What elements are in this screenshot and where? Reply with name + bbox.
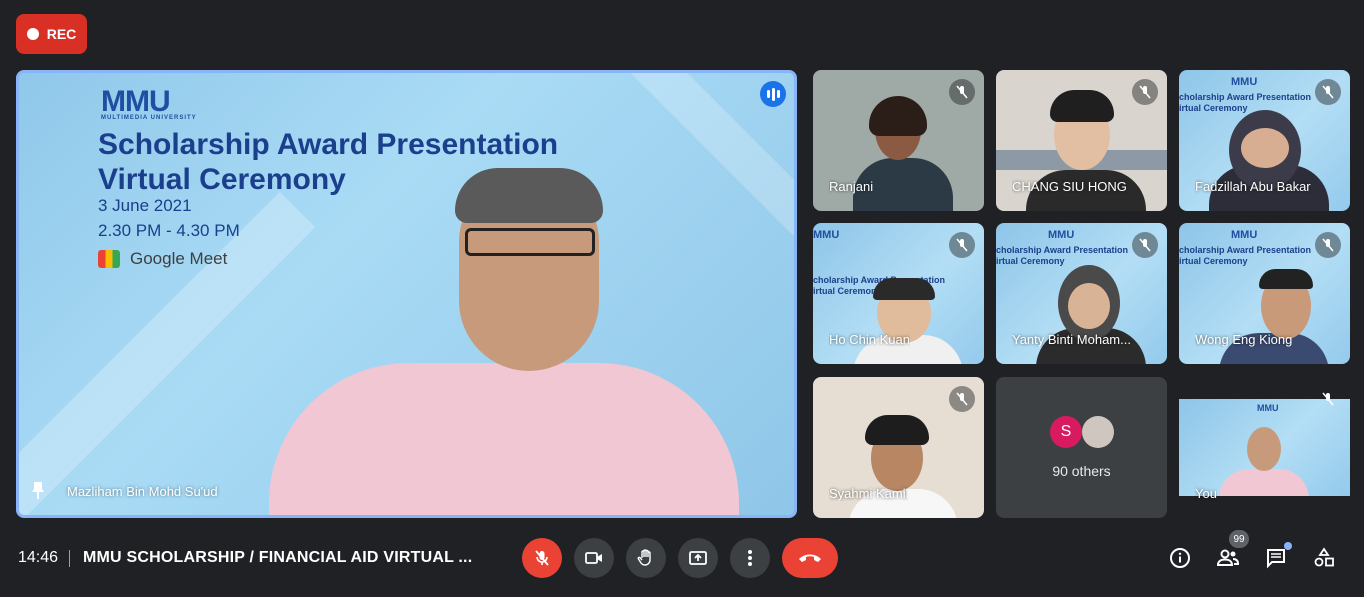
avatar	[1082, 416, 1114, 448]
participant-tile[interactable]: MMU cholarship Award Presentation irtual …	[996, 223, 1167, 364]
presenter-name: Mazliham Bin Mohd Su'ud	[67, 484, 218, 499]
record-dot-icon	[26, 28, 39, 40]
unread-dot	[1284, 542, 1292, 550]
present-screen-icon	[689, 551, 707, 565]
meeting-details-button[interactable]	[1166, 544, 1194, 572]
more-options-button[interactable]	[730, 538, 770, 578]
recording-indicator: REC	[16, 14, 87, 54]
participant-name: Ho Chin Kuan	[829, 332, 910, 347]
chat-icon	[1267, 549, 1285, 569]
participant-tile[interactable]: MMU cholarship Award Presentation irtual …	[1179, 223, 1350, 364]
mic-toggle-button[interactable]	[522, 538, 562, 578]
participant-tile[interactable]: CHANG SIU HONG	[996, 70, 1167, 211]
divider	[69, 550, 70, 567]
participant-tile[interactable]: Syahmi Kamil	[813, 377, 984, 518]
control-bar: 14:46 MMU SCHOLARSHIP / FINANCIAL AID VI…	[0, 530, 1364, 587]
activities-button[interactable]	[1310, 544, 1338, 572]
participant-name: Yanty Binti Moham...	[1012, 332, 1131, 347]
info-icon	[1170, 548, 1190, 568]
chat-button[interactable]	[1262, 542, 1292, 572]
more-options-icon	[748, 550, 752, 566]
mic-off-icon	[949, 386, 975, 412]
others-count: 90 others	[1052, 463, 1111, 479]
mic-off-icon	[1315, 79, 1341, 105]
meeting-clock: 14:46	[18, 549, 59, 566]
mic-off-icon	[1132, 232, 1158, 258]
camera-toggle-button[interactable]	[574, 538, 614, 578]
mic-off-icon	[535, 550, 549, 566]
people-button[interactable]	[1214, 544, 1242, 572]
participant-name: Ranjani	[829, 179, 874, 194]
main-speaker-tile[interactable]: MMU MULTIMEDIA UNIVERSITY Scholarship Aw…	[16, 70, 797, 518]
others-tile[interactable]: S 90 others	[996, 377, 1167, 518]
audio-wave-icon	[760, 81, 786, 107]
activities-icon	[1314, 547, 1334, 567]
pin-icon[interactable]	[31, 481, 45, 499]
people-count-badge: 99	[1229, 530, 1249, 548]
meeting-title: MMU SCHOLARSHIP / FINANCIAL AID VIRTUAL …	[83, 549, 473, 566]
participant-tile[interactable]: MMU cholarship Award Presentation irtual …	[813, 223, 984, 364]
mic-off-icon	[949, 232, 975, 258]
participant-name: Fadzillah Abu Bakar	[1195, 179, 1311, 194]
participant-name: You	[1195, 486, 1217, 501]
raise-hand-icon	[637, 549, 651, 566]
mic-off-icon	[1315, 386, 1341, 412]
mic-off-icon	[1132, 79, 1158, 105]
people-icon	[1216, 549, 1240, 566]
participant-name: Wong Eng Kiong	[1195, 332, 1293, 347]
avatar: S	[1050, 416, 1082, 448]
raise-hand-button[interactable]	[626, 538, 666, 578]
participant-tile[interactable]: MMU cholarship Award Presentation irtual …	[1179, 70, 1350, 211]
participant-name: CHANG SIU HONG	[1012, 179, 1127, 194]
self-tile[interactable]: MMU You	[1179, 377, 1350, 518]
mic-off-icon	[949, 79, 975, 105]
presenter-video	[19, 73, 794, 515]
present-screen-button[interactable]	[678, 538, 718, 578]
participant-tile[interactable]: Ranjani	[813, 70, 984, 211]
mic-off-icon	[1315, 232, 1341, 258]
end-call-button[interactable]	[782, 538, 838, 578]
camera-icon	[585, 552, 602, 564]
recording-label: REC	[46, 26, 77, 42]
participant-name: Syahmi Kamil	[829, 486, 909, 501]
end-call-icon	[799, 554, 821, 562]
